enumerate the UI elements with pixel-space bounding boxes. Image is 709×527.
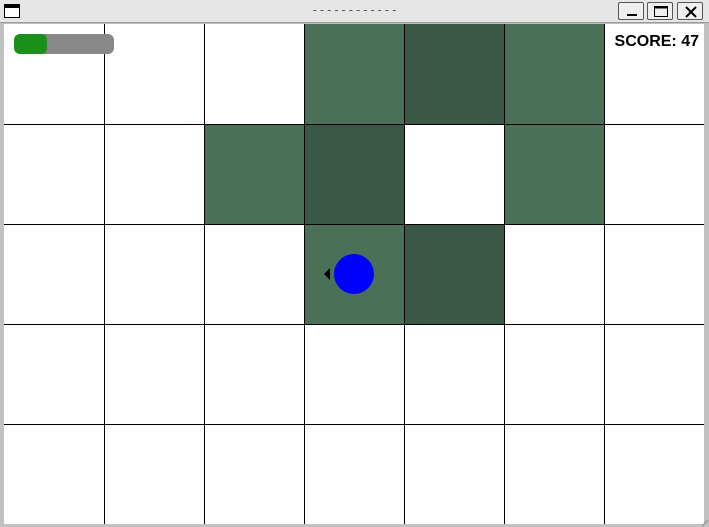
game-window: ------------ SCORE: 47 [0, 0, 709, 527]
title-bar[interactable]: ------------ [0, 0, 709, 23]
resize-grip-icon[interactable] [702, 520, 708, 526]
health-bar [14, 34, 114, 54]
maximize-button[interactable] [647, 2, 673, 20]
maximize-icon [654, 6, 668, 17]
close-icon [685, 6, 697, 18]
minimize-icon [627, 14, 637, 16]
game-board[interactable]: SCORE: 47 [4, 24, 704, 524]
window-title: ------------ [311, 3, 398, 17]
score-label: SCORE: 47 [614, 33, 699, 50]
player-ball [334, 254, 374, 294]
minimize-button[interactable] [618, 2, 644, 20]
close-button[interactable] [677, 2, 703, 20]
direction-arrow-icon [324, 268, 330, 280]
health-bar-fill [14, 34, 47, 54]
